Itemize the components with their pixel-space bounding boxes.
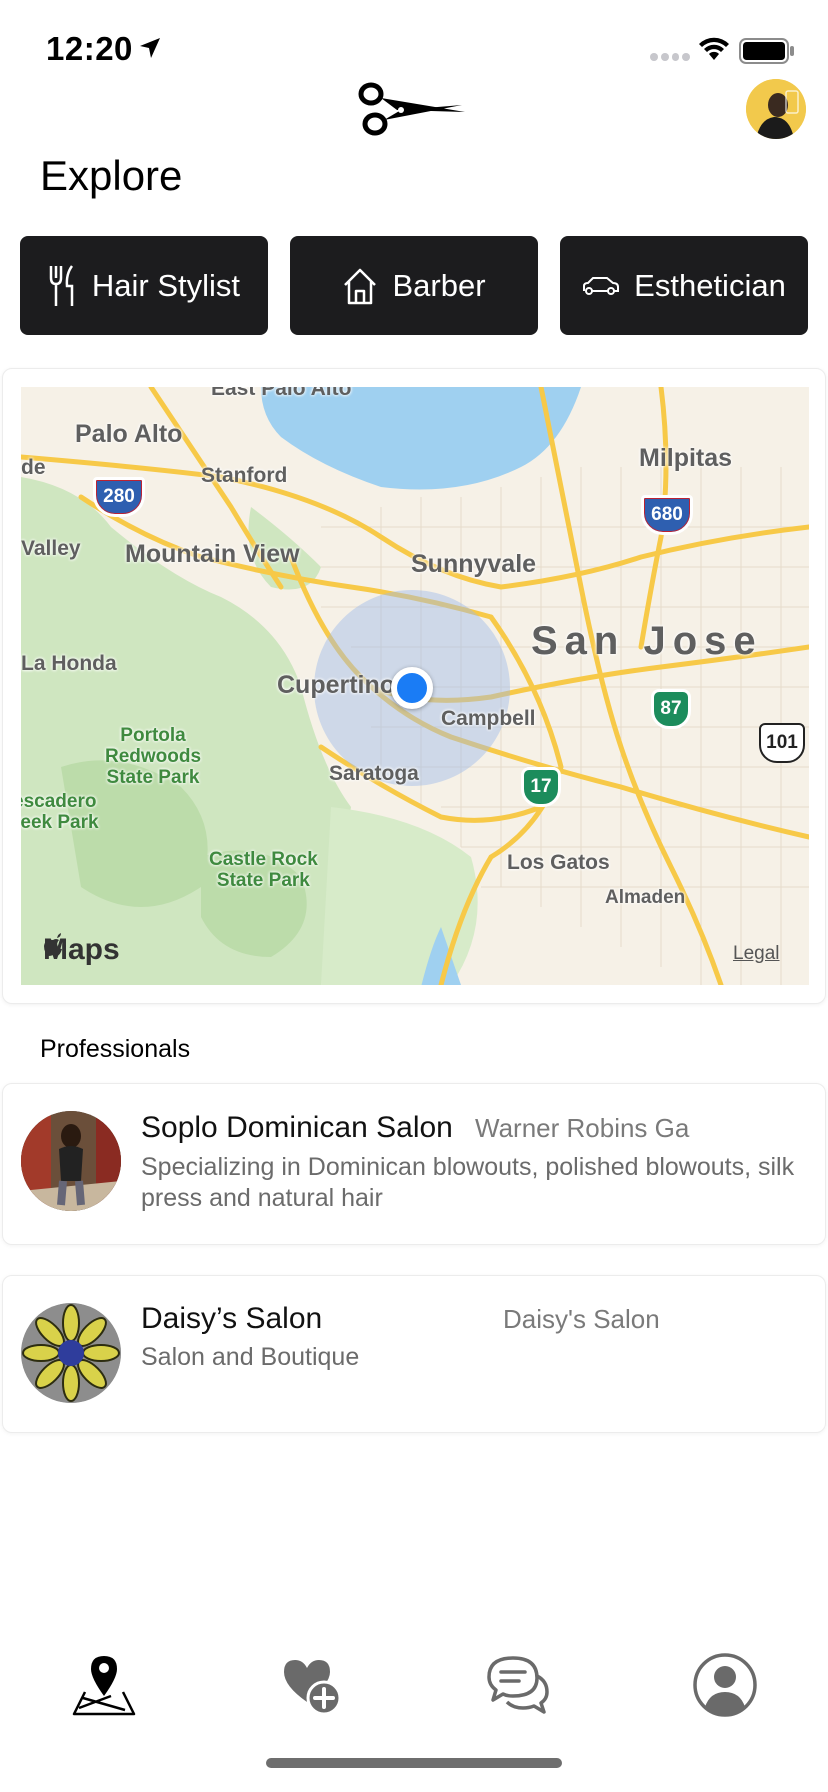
- status-time: 12:20: [46, 30, 133, 67]
- hair-stylist-button[interactable]: Hair Stylist: [20, 236, 268, 335]
- professionals-title: Professionals: [40, 1035, 191, 1063]
- professional-card[interactable]: Daisy’s Salon Daisy's Salon Salon and Bo…: [2, 1275, 826, 1433]
- cellular-signal-icon: [650, 53, 690, 61]
- wifi-icon: [699, 37, 729, 60]
- chat-bubbles-icon: [486, 1656, 549, 1714]
- interstate-680-shield: 680: [641, 495, 693, 535]
- daisy-flower-icon: [21, 1303, 121, 1403]
- tab-bar: [0, 1640, 828, 1730]
- map-legal-link[interactable]: Legal: [733, 943, 780, 965]
- scissors-icon: [358, 82, 465, 136]
- professional-card[interactable]: Soplo Dominican Salon Warner Robins Ga S…: [2, 1083, 826, 1245]
- barber-button[interactable]: Barber: [290, 236, 538, 335]
- professional-description: Salon and Boutique: [141, 1343, 360, 1371]
- fork-knife-icon: [49, 264, 74, 306]
- person-icon: [692, 1653, 757, 1717]
- map-label-los-gatos: Los Gatos: [507, 851, 610, 874]
- map-label-east-palo-alto: East Palo Alto: [211, 387, 352, 400]
- location-arrow-icon: [140, 38, 160, 58]
- map-label-almaden: Almaden: [605, 887, 686, 908]
- category-buttons: Hair Stylist Barber Esthetician: [20, 236, 808, 335]
- car-icon: [583, 276, 620, 295]
- current-location-dot: [391, 667, 433, 709]
- map-label-milpitas: Milpitas: [639, 444, 733, 472]
- map-label-castle-rock: Castle Rock State Park: [209, 849, 318, 891]
- map-label-palo-alto: Palo Alto: [75, 420, 183, 448]
- map-label-valley: Valley: [21, 537, 81, 560]
- map-card: East Palo Alto Palo Alto Stanford Milpit…: [2, 368, 826, 1004]
- home-indicator: [266, 1758, 562, 1768]
- map-label-escadero: escadero reek Park: [21, 791, 99, 833]
- map-label-la-honda: La Honda: [21, 652, 117, 675]
- tab-favorites[interactable]: [271, 1645, 351, 1725]
- interstate-280-shield: 280: [93, 477, 145, 517]
- map-label-portola: Portola Redwoods State Park: [105, 725, 202, 788]
- tab-profile[interactable]: [685, 1645, 765, 1725]
- heart-plus-icon: [283, 1660, 341, 1716]
- us-101-shield: 101: [759, 723, 805, 763]
- house-icon: [344, 268, 377, 304]
- professional-name: Soplo Dominican Salon: [141, 1111, 453, 1144]
- tab-explore-map[interactable]: [64, 1645, 144, 1725]
- maps-brand: Maps: [43, 933, 120, 967]
- route-17-shield: 17: [521, 767, 561, 807]
- professional-name: Daisy’s Salon: [141, 1302, 323, 1335]
- apple-logo-icon: [44, 933, 62, 956]
- map-label-saratoga: Saratoga: [329, 762, 419, 785]
- map-label-sunnyvale: Sunnyvale: [411, 550, 537, 578]
- professional-avatar: [21, 1111, 121, 1211]
- barber-label: Barber: [392, 267, 486, 303]
- tab-messages[interactable]: [478, 1645, 558, 1725]
- map-view[interactable]: East Palo Alto Palo Alto Stanford Milpit…: [21, 387, 809, 985]
- esthetician-button[interactable]: Esthetician: [560, 236, 808, 335]
- avatar-image: [746, 79, 806, 139]
- map-label-campbell: Campbell: [441, 707, 536, 730]
- professional-location: Warner Robins Ga: [475, 1113, 690, 1143]
- map-label-mountain-view: Mountain View: [125, 540, 300, 568]
- battery-icon: [739, 38, 794, 64]
- map-label-stanford: Stanford: [201, 464, 288, 487]
- esthetician-label: Esthetician: [634, 267, 786, 303]
- professional-location: Daisy's Salon: [503, 1304, 660, 1334]
- map-label-cupertino: Cupertino: [277, 671, 396, 699]
- map-label-san-jose: San Jose: [531, 619, 763, 663]
- profile-avatar[interactable]: [746, 79, 806, 139]
- professional-description: Specializing in Dominican blowouts, poli…: [141, 1153, 795, 1212]
- professional-avatar: [21, 1303, 121, 1403]
- map-pin-icon: [72, 1656, 135, 1716]
- hair-stylist-label: Hair Stylist: [91, 267, 241, 303]
- professional-photo: [21, 1111, 121, 1211]
- page-title: Explore: [40, 152, 183, 199]
- status-bar: 12:20: [0, 0, 828, 90]
- map-label-de: de: [21, 456, 46, 479]
- route-87-shield: 87: [651, 689, 691, 729]
